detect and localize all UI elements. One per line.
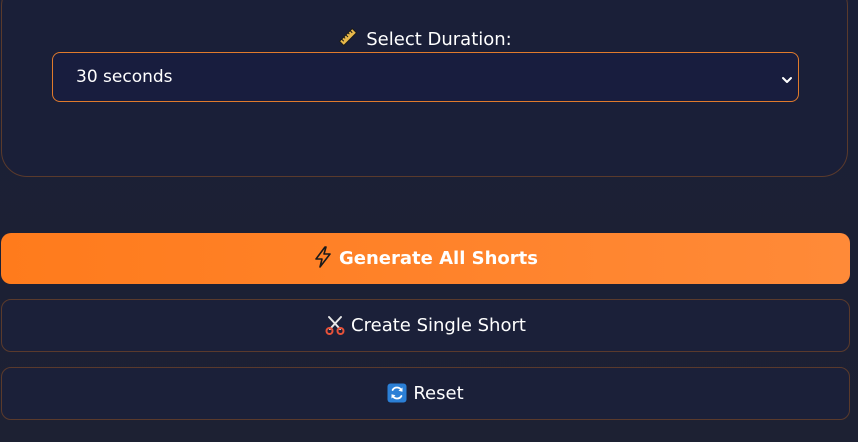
chevron-down-icon bbox=[781, 71, 793, 83]
duration-label: Select Duration: bbox=[0, 27, 850, 54]
create-single-short-button[interactable]: Create Single Short bbox=[1, 299, 850, 352]
duration-select-value: 30 seconds bbox=[76, 67, 173, 87]
create-single-short-label: Create Single Short bbox=[351, 315, 526, 336]
lightning-icon bbox=[313, 237, 333, 288]
reset-label: Reset bbox=[413, 383, 464, 404]
ruler-icon bbox=[338, 27, 358, 54]
generate-all-shorts-button[interactable]: Generate All Shorts bbox=[1, 233, 850, 284]
scissors-icon bbox=[325, 304, 345, 355]
refresh-icon bbox=[387, 372, 407, 423]
reset-button[interactable]: Reset bbox=[1, 367, 850, 420]
duration-label-text: Select Duration: bbox=[366, 29, 512, 50]
duration-select[interactable]: 30 seconds bbox=[52, 52, 799, 102]
generate-all-shorts-label: Generate All Shorts bbox=[339, 248, 538, 269]
